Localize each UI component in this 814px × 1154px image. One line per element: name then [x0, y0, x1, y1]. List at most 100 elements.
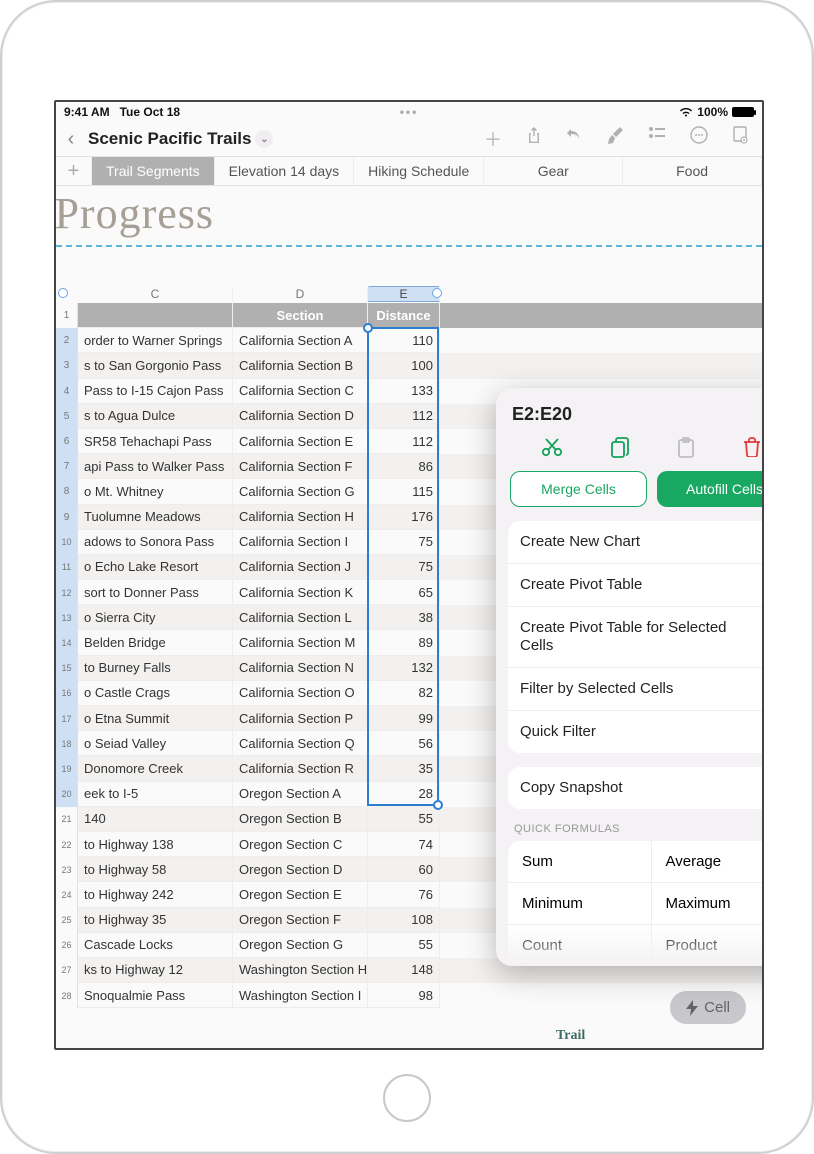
- action-filter-selected[interactable]: Filter by Selected Cells: [508, 668, 764, 711]
- action-quick-filter[interactable]: Quick Filter: [508, 711, 764, 753]
- row-header[interactable]: 16: [56, 681, 78, 706]
- cell-segment[interactable]: o Mt. Whitney: [78, 479, 233, 504]
- more-icon[interactable]: [690, 126, 708, 152]
- tab-food[interactable]: Food: [623, 157, 762, 185]
- paintbrush-icon[interactable]: [608, 126, 624, 152]
- undo-icon[interactable]: [566, 126, 584, 152]
- cell-distance[interactable]: 38: [368, 605, 440, 630]
- cell-segment[interactable]: Belden Bridge: [78, 630, 233, 655]
- formula-product[interactable]: Product: [652, 925, 765, 966]
- cell-section[interactable]: Oregon Section G: [233, 933, 368, 958]
- header-cell[interactable]: [78, 303, 233, 328]
- delete-icon[interactable]: [743, 437, 761, 459]
- row-header[interactable]: 28: [56, 983, 78, 1008]
- cell-segment[interactable]: SR58 Tehachapi Pass: [78, 429, 233, 454]
- cell-section[interactable]: Oregon Section D: [233, 857, 368, 882]
- cell-section[interactable]: California Section N: [233, 656, 368, 681]
- cell-distance[interactable]: 99: [368, 706, 440, 731]
- row-header[interactable]: 17: [56, 706, 78, 731]
- cell-distance[interactable]: 74: [368, 832, 440, 857]
- cell-section[interactable]: Washington Section I: [233, 983, 368, 1008]
- row-header[interactable]: 9: [56, 505, 78, 530]
- row-header[interactable]: 19: [56, 756, 78, 781]
- autofill-cells-button[interactable]: Autofill Cells: [657, 471, 764, 507]
- share-icon[interactable]: [526, 126, 542, 152]
- cell-distance[interactable]: 55: [368, 933, 440, 958]
- cell-distance[interactable]: 56: [368, 731, 440, 756]
- tab-trail-segments[interactable]: Trail Segments: [92, 157, 215, 185]
- back-button[interactable]: ‹: [60, 128, 82, 151]
- row-header[interactable]: 25: [56, 908, 78, 933]
- selection-edge-handle[interactable]: [432, 288, 442, 298]
- row-header[interactable]: 26: [56, 933, 78, 958]
- cell-distance[interactable]: 108: [368, 908, 440, 933]
- cell-section[interactable]: California Section H: [233, 505, 368, 530]
- cell-distance[interactable]: 115: [368, 479, 440, 504]
- add-sheet-button[interactable]: +: [56, 157, 92, 185]
- row-header[interactable]: 10: [56, 530, 78, 555]
- cell-segment[interactable]: o Seiad Valley: [78, 731, 233, 756]
- tab-hiking-schedule[interactable]: Hiking Schedule: [354, 157, 484, 185]
- row-header[interactable]: 24: [56, 882, 78, 907]
- cell-segment[interactable]: eek to I-5: [78, 782, 233, 807]
- cell-distance[interactable]: 89: [368, 630, 440, 655]
- cell-segment[interactable]: Tuolumne Meadows: [78, 505, 233, 530]
- cell-distance[interactable]: 110: [368, 328, 440, 353]
- action-create-chart[interactable]: Create New Chart: [508, 521, 764, 564]
- cell-section[interactable]: California Section R: [233, 756, 368, 781]
- cell-segment[interactable]: to Highway 35: [78, 908, 233, 933]
- cell-distance[interactable]: 75: [368, 555, 440, 580]
- cell-segment[interactable]: o Echo Lake Resort: [78, 555, 233, 580]
- cell-distance[interactable]: 86: [368, 454, 440, 479]
- row-header[interactable]: 21: [56, 807, 78, 832]
- add-icon[interactable]: ＋: [484, 126, 502, 152]
- cell-segment[interactable]: order to Warner Springs: [78, 328, 233, 353]
- row-header[interactable]: 23: [56, 857, 78, 882]
- cell-distance[interactable]: 28: [368, 782, 440, 807]
- cell-segment[interactable]: adows to Sonora Pass: [78, 530, 233, 555]
- row-header[interactable]: 8: [56, 479, 78, 504]
- formula-minimum[interactable]: Minimum: [508, 883, 651, 924]
- formula-maximum[interactable]: Maximum: [652, 883, 765, 924]
- cell-distance[interactable]: 60: [368, 857, 440, 882]
- cell-distance[interactable]: 35: [368, 756, 440, 781]
- cell-distance[interactable]: 82: [368, 681, 440, 706]
- tab-gear[interactable]: Gear: [484, 157, 623, 185]
- row-header[interactable]: 18: [56, 731, 78, 756]
- cell-section[interactable]: Washington Section H: [233, 958, 368, 983]
- cell-section[interactable]: Oregon Section B: [233, 807, 368, 832]
- cell-section[interactable]: California Section B: [233, 353, 368, 378]
- cell-distance[interactable]: 133: [368, 379, 440, 404]
- column-header-e[interactable]: E: [368, 286, 440, 302]
- cell-distance[interactable]: 65: [368, 580, 440, 605]
- formula-count[interactable]: Count: [508, 925, 651, 966]
- cell-distance[interactable]: 148: [368, 958, 440, 983]
- cell-segment[interactable]: s to San Gorgonio Pass: [78, 353, 233, 378]
- cell-section[interactable]: California Section E: [233, 429, 368, 454]
- formula-average[interactable]: Average: [652, 841, 765, 882]
- cell-mode-pill[interactable]: Cell: [670, 991, 746, 1024]
- cell-segment[interactable]: to Highway 58: [78, 857, 233, 882]
- cell-distance[interactable]: 98: [368, 983, 440, 1008]
- cell-section[interactable]: California Section Q: [233, 731, 368, 756]
- row-header[interactable]: 11: [56, 555, 78, 580]
- cell-segment[interactable]: 140: [78, 807, 233, 832]
- merge-cells-button[interactable]: Merge Cells: [510, 471, 647, 507]
- cell-section[interactable]: Oregon Section C: [233, 832, 368, 857]
- cell-section[interactable]: Oregon Section F: [233, 908, 368, 933]
- cell-section[interactable]: California Section G: [233, 479, 368, 504]
- row-header[interactable]: 27: [56, 958, 78, 983]
- row-header[interactable]: 5: [56, 404, 78, 429]
- cut-icon[interactable]: [541, 437, 563, 459]
- cell-section[interactable]: California Section M: [233, 630, 368, 655]
- organize-icon[interactable]: [648, 126, 666, 152]
- column-header-d[interactable]: D: [233, 287, 368, 301]
- cell-section[interactable]: California Section A: [233, 328, 368, 353]
- cell-distance[interactable]: 112: [368, 429, 440, 454]
- cell-section[interactable]: Oregon Section A: [233, 782, 368, 807]
- action-copy-snapshot[interactable]: Copy Snapshot: [508, 767, 764, 809]
- cell-section[interactable]: California Section K: [233, 580, 368, 605]
- cell-segment[interactable]: o Castle Crags: [78, 681, 233, 706]
- cell-distance[interactable]: 76: [368, 882, 440, 907]
- cell-segment[interactable]: s to Agua Dulce: [78, 404, 233, 429]
